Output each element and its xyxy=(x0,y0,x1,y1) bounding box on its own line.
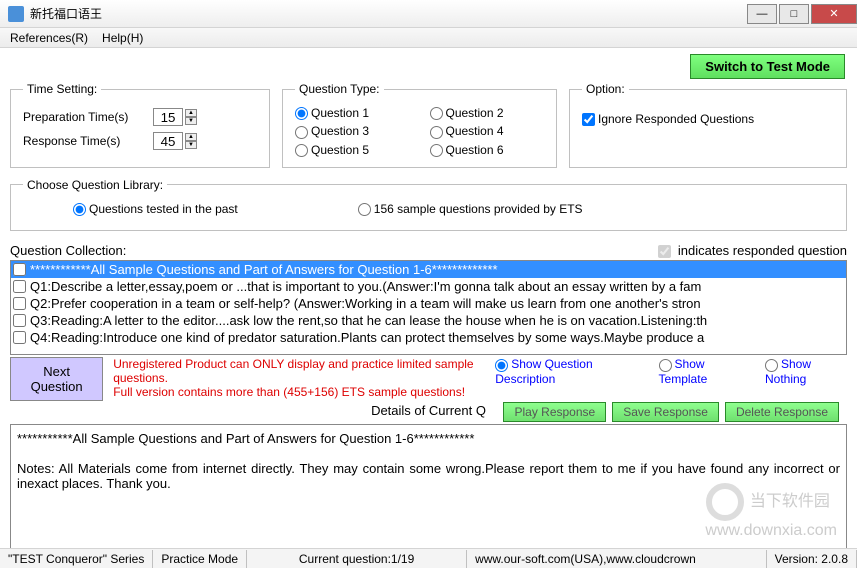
list-item[interactable]: Q3:Reading:A letter to the editor....ask… xyxy=(11,312,846,329)
legend-library: Choose Question Library: xyxy=(23,178,167,192)
fieldset-choose-library: Choose Question Library: Questions teste… xyxy=(10,178,847,231)
legend-time: Time Setting: xyxy=(23,82,101,96)
save-response-button[interactable]: Save Response xyxy=(612,402,719,422)
list-item[interactable]: Q2:Prefer cooperation in a team or self-… xyxy=(11,295,846,312)
status-series: "TEST Conqueror" Series xyxy=(0,550,153,568)
radio-q3[interactable]: Question 3 xyxy=(295,124,410,138)
resp-time-input[interactable] xyxy=(153,132,183,150)
radio-q4[interactable]: Question 4 xyxy=(430,124,545,138)
radio-lib-past[interactable]: Questions tested in the past xyxy=(73,202,238,216)
resp-time-label: Response Time(s) xyxy=(23,134,153,148)
status-mode: Practice Mode xyxy=(153,550,247,568)
prep-down-icon[interactable]: ▼ xyxy=(185,117,197,125)
status-current: Current question:1/19 xyxy=(247,550,467,568)
fieldset-option: Option: Ignore Responded Questions xyxy=(569,82,847,168)
radio-q1[interactable]: Question 1 xyxy=(295,106,410,120)
radio-show-template[interactable]: Show Template xyxy=(659,357,747,385)
legend-qtype: Question Type: xyxy=(295,82,384,96)
details-textbox[interactable]: ***********All Sample Questions and Part… xyxy=(10,424,847,554)
prep-time-label: Preparation Time(s) xyxy=(23,110,153,124)
app-icon xyxy=(8,6,24,22)
list-item[interactable]: ************All Sample Questions and Par… xyxy=(11,261,846,278)
prep-up-icon[interactable]: ▲ xyxy=(185,109,197,117)
radio-show-description[interactable]: Show Question Description xyxy=(495,357,640,385)
status-sites: www.our-soft.com(USA),www.cloudcrown xyxy=(467,550,767,568)
resp-up-icon[interactable]: ▲ xyxy=(185,133,197,141)
legend-option: Option: xyxy=(582,82,629,96)
resp-down-icon[interactable]: ▼ xyxy=(185,141,197,149)
menu-help[interactable]: Help(H) xyxy=(102,31,143,45)
radio-q5[interactable]: Question 5 xyxy=(295,143,410,157)
list-item[interactable]: Q1:Describe a letter,essay,poem or ...th… xyxy=(11,278,846,295)
close-button[interactable]: ✕ xyxy=(811,4,857,24)
titlebar: 新托福口语王 — □ ✕ xyxy=(0,0,857,28)
status-version: Version: 2.0.8 xyxy=(767,550,857,568)
statusbar: "TEST Conqueror" Series Practice Mode Cu… xyxy=(0,548,857,568)
prep-time-input[interactable] xyxy=(153,108,183,126)
fieldset-question-type: Question Type: Question 1 Question 2 Que… xyxy=(282,82,557,168)
play-response-button[interactable]: Play Response xyxy=(503,402,606,422)
question-collection-label: Question Collection: xyxy=(10,243,126,258)
unregistered-warning: Unregistered Product can ONLY display an… xyxy=(113,357,495,399)
responded-indicator-label: indicates responded question xyxy=(658,243,847,258)
menubar: References(R) Help(H) xyxy=(0,28,857,48)
radio-q6[interactable]: Question 6 xyxy=(430,143,545,157)
radio-q2[interactable]: Question 2 xyxy=(430,106,545,120)
question-listbox[interactable]: ************All Sample Questions and Par… xyxy=(10,260,847,355)
list-item[interactable]: Q4:Reading:Introduce one kind of predato… xyxy=(11,329,846,346)
maximize-button[interactable]: □ xyxy=(779,4,809,24)
menu-references[interactable]: References(R) xyxy=(10,31,88,45)
radio-show-nothing[interactable]: Show Nothing xyxy=(765,357,847,385)
next-question-button[interactable]: Next Question xyxy=(10,357,103,401)
radio-lib-ets[interactable]: 156 sample questions provided by ETS xyxy=(358,202,583,216)
switch-test-mode-button[interactable]: Switch to Test Mode xyxy=(690,54,845,79)
minimize-button[interactable]: — xyxy=(747,4,777,24)
checkbox-ignore-responded[interactable]: Ignore Responded Questions xyxy=(582,112,754,126)
delete-response-button[interactable]: Delete Response xyxy=(725,402,839,422)
fieldset-time-setting: Time Setting: Preparation Time(s) ▲▼ Res… xyxy=(10,82,270,168)
window-title: 新托福口语王 xyxy=(30,5,102,22)
